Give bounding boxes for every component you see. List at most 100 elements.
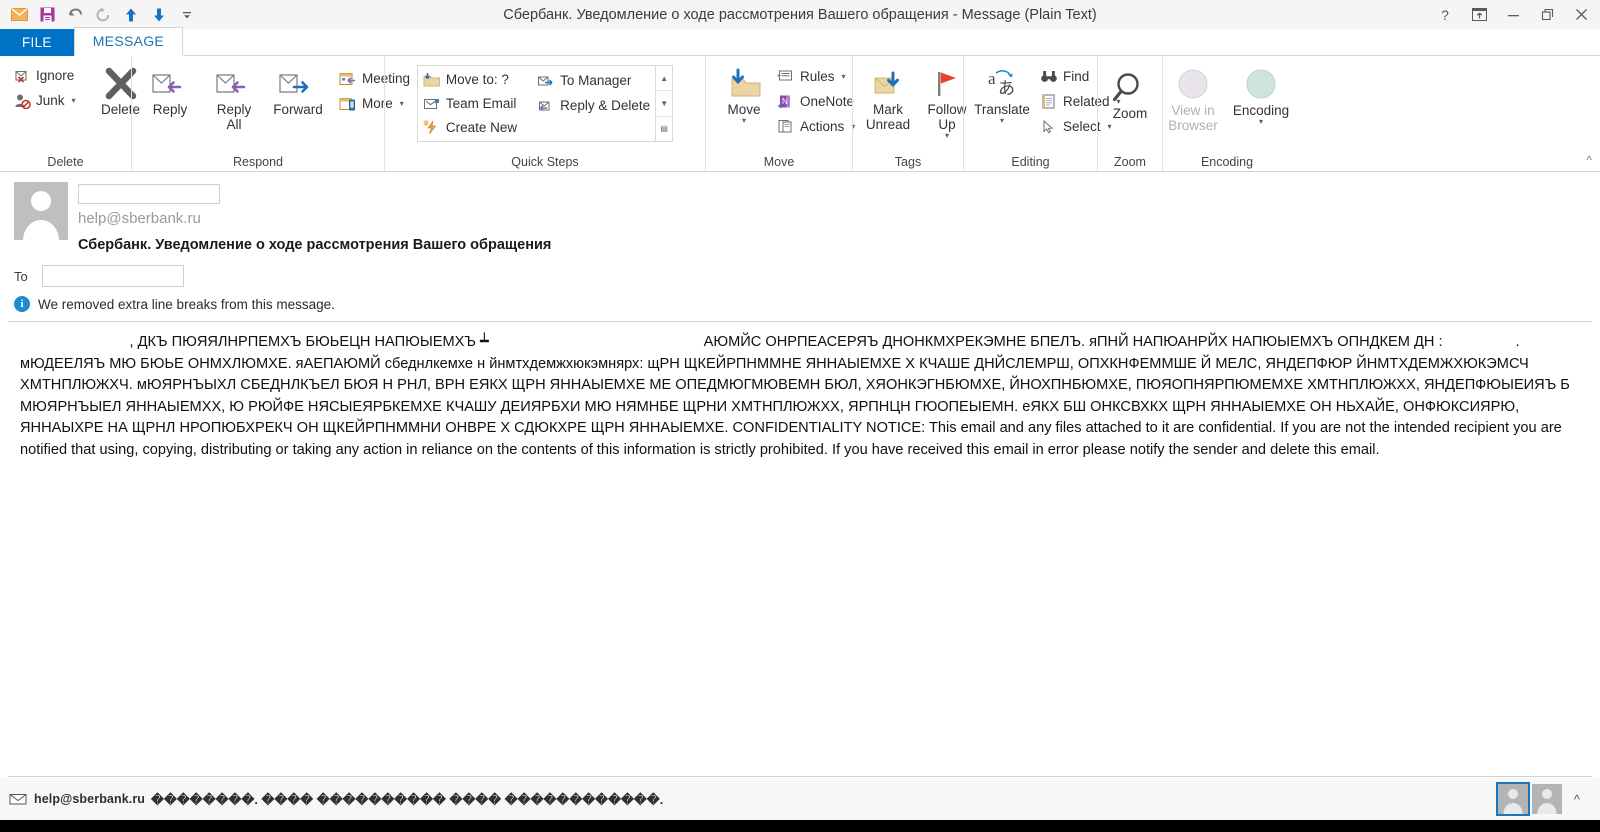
info-icon: i xyxy=(14,296,30,312)
quick-step-team-email[interactable]: Team Email xyxy=(418,92,522,116)
minimize-button[interactable] xyxy=(1496,0,1530,29)
reply-all-button[interactable]: Reply All xyxy=(202,63,266,132)
quick-step-to-manager[interactable]: To Manager xyxy=(532,68,655,93)
reply-button[interactable]: Reply xyxy=(138,63,202,117)
collapse-ribbon-button[interactable]: ^ xyxy=(1586,153,1592,167)
previous-item-icon[interactable] xyxy=(118,3,144,27)
translate-button[interactable]: aあ Translate ▾ xyxy=(969,63,1035,125)
mark-unread-icon xyxy=(868,66,908,102)
scroll-down-icon[interactable]: ▼ xyxy=(656,91,673,117)
quick-step-reply-delete[interactable]: Reply & Delete xyxy=(532,93,655,118)
quick-step-label: Create New xyxy=(445,119,518,135)
avatar-head-icon xyxy=(31,191,51,211)
encoding-button[interactable]: Encoding ▾ xyxy=(1227,64,1295,126)
redo-icon[interactable] xyxy=(90,3,116,27)
ribbon-display-options-button[interactable] xyxy=(1462,0,1496,29)
svg-text:a: a xyxy=(988,69,996,88)
ignore-button[interactable]: Ignore xyxy=(8,63,81,88)
tab-file[interactable]: FILE xyxy=(0,29,74,56)
related-icon xyxy=(1040,93,1058,111)
move-to-folder-icon xyxy=(423,71,441,89)
onenote-icon: N xyxy=(777,93,795,111)
quick-step-label: Move to: ? xyxy=(445,72,509,88)
actions-button[interactable]: Actions ▾ xyxy=(772,114,860,139)
rules-icon xyxy=(777,68,795,86)
recipient-redacted xyxy=(42,265,184,287)
create-new-icon xyxy=(423,118,441,136)
sender-email-address: help@sberbank.ru xyxy=(78,210,201,227)
ignore-icon xyxy=(13,67,31,85)
move-folder-icon xyxy=(724,66,764,102)
mark-unread-label: Mark Unread xyxy=(865,102,911,132)
view-in-browser-label: View in Browser xyxy=(1168,103,1218,133)
ribbon-group-editing: aあ Translate ▾ Find Related ▾ Select ▾ E… xyxy=(963,56,1121,171)
people-pane-expand-icon[interactable]: ^ xyxy=(1566,792,1588,807)
junk-icon xyxy=(13,92,31,110)
rules-label: Rules xyxy=(800,69,835,84)
to-manager-icon xyxy=(537,72,555,90)
ribbon-group-label-tags: Tags xyxy=(894,155,922,169)
quick-step-move-to[interactable]: Move to: ? xyxy=(418,68,522,92)
save-icon[interactable] xyxy=(34,3,60,27)
people-pane-thumb[interactable] xyxy=(1531,784,1562,814)
find-binoculars-icon xyxy=(1040,68,1058,86)
view-in-browser-button[interactable]: View in Browser xyxy=(1159,64,1227,133)
quick-step-create-new[interactable]: Create New xyxy=(418,115,522,139)
zoom-label: Zoom xyxy=(1112,106,1148,121)
chevron-down-icon: ▾ xyxy=(841,72,846,81)
forward-icon xyxy=(278,66,318,102)
customize-qat-icon[interactable] xyxy=(174,3,200,27)
message-body-pane[interactable]: , ДКЪ ПЮЯЯЛНРПЕМХЪ БЮЬЕЦН НАПЮЫЕМХЪ ┷ АЮ… xyxy=(8,321,1592,777)
ribbon-group-zoom: Zoom Zoom xyxy=(1097,56,1162,171)
undo-icon[interactable] xyxy=(62,3,88,27)
message-body-text: , ДКЪ ПЮЯЯЛНРПЕМХЪ БЮЬЕЦН НАПЮЫЕМХЪ ┷ АЮ… xyxy=(20,334,1574,458)
forward-button[interactable]: Forward xyxy=(266,63,330,117)
window-title: Сбербанк. Уведомление о ходе рассмотрени… xyxy=(503,6,1097,23)
more-icon xyxy=(339,95,357,113)
status-envelope-icon xyxy=(8,791,28,807)
chevron-down-icon: ▾ xyxy=(1258,117,1263,126)
mark-unread-button[interactable]: Mark Unread xyxy=(857,63,919,132)
person-body-icon xyxy=(1537,803,1557,814)
people-pane-thumb-selected[interactable] xyxy=(1495,782,1530,816)
reply-label: Reply xyxy=(152,102,188,117)
ribbon-group-label-move: Move xyxy=(763,155,795,169)
next-item-icon[interactable] xyxy=(146,3,172,27)
svg-text:N: N xyxy=(782,97,788,106)
tab-message[interactable]: MESSAGE xyxy=(73,27,184,56)
rules-button[interactable]: Rules ▾ xyxy=(772,64,860,89)
screen-bottom-edge xyxy=(0,820,1600,832)
actions-label: Actions xyxy=(800,119,845,134)
people-pane-controls: ^ xyxy=(1495,782,1592,816)
reply-all-icon xyxy=(214,66,254,102)
ignore-label: Ignore xyxy=(36,68,75,83)
select-label: Select xyxy=(1063,119,1101,134)
help-button[interactable]: ? xyxy=(1428,0,1462,29)
person-head-icon xyxy=(1507,789,1518,799)
scroll-up-icon[interactable]: ▲ xyxy=(656,66,673,92)
move-label: Move xyxy=(727,102,761,117)
junk-button[interactable]: Junk ▾ xyxy=(8,88,81,113)
junk-label: Junk xyxy=(36,93,65,108)
translate-label: Translate xyxy=(974,102,1030,117)
team-email-icon xyxy=(423,95,441,113)
zoom-button[interactable]: Zoom xyxy=(1100,67,1160,121)
mail-icon[interactable] xyxy=(6,3,32,27)
quick-steps-column-2: To Manager Reply & Delete xyxy=(532,66,655,141)
ribbon-group-label-editing: Editing xyxy=(1011,155,1050,169)
meeting-icon xyxy=(339,70,357,88)
chevron-down-icon: ▾ xyxy=(71,96,76,105)
quick-step-label: Team Email xyxy=(445,96,517,111)
quick-steps-scroll[interactable]: ▲ ▼ ▤ xyxy=(655,66,673,141)
person-body-icon xyxy=(1503,803,1523,814)
scroll-more-icon[interactable]: ▤ xyxy=(656,117,672,141)
view-in-browser-icon xyxy=(1176,67,1210,103)
info-bar-text: We removed extra line breaks from this m… xyxy=(38,296,335,312)
close-button[interactable] xyxy=(1564,0,1598,29)
onenote-button[interactable]: N OneNote xyxy=(772,89,860,114)
restore-button[interactable] xyxy=(1530,0,1564,29)
select-cursor-icon xyxy=(1040,118,1058,136)
move-button[interactable]: Move ▾ xyxy=(716,63,772,125)
onenote-label: OneNote xyxy=(800,94,855,109)
ribbon-group-label-zoom: Zoom xyxy=(1114,155,1146,169)
